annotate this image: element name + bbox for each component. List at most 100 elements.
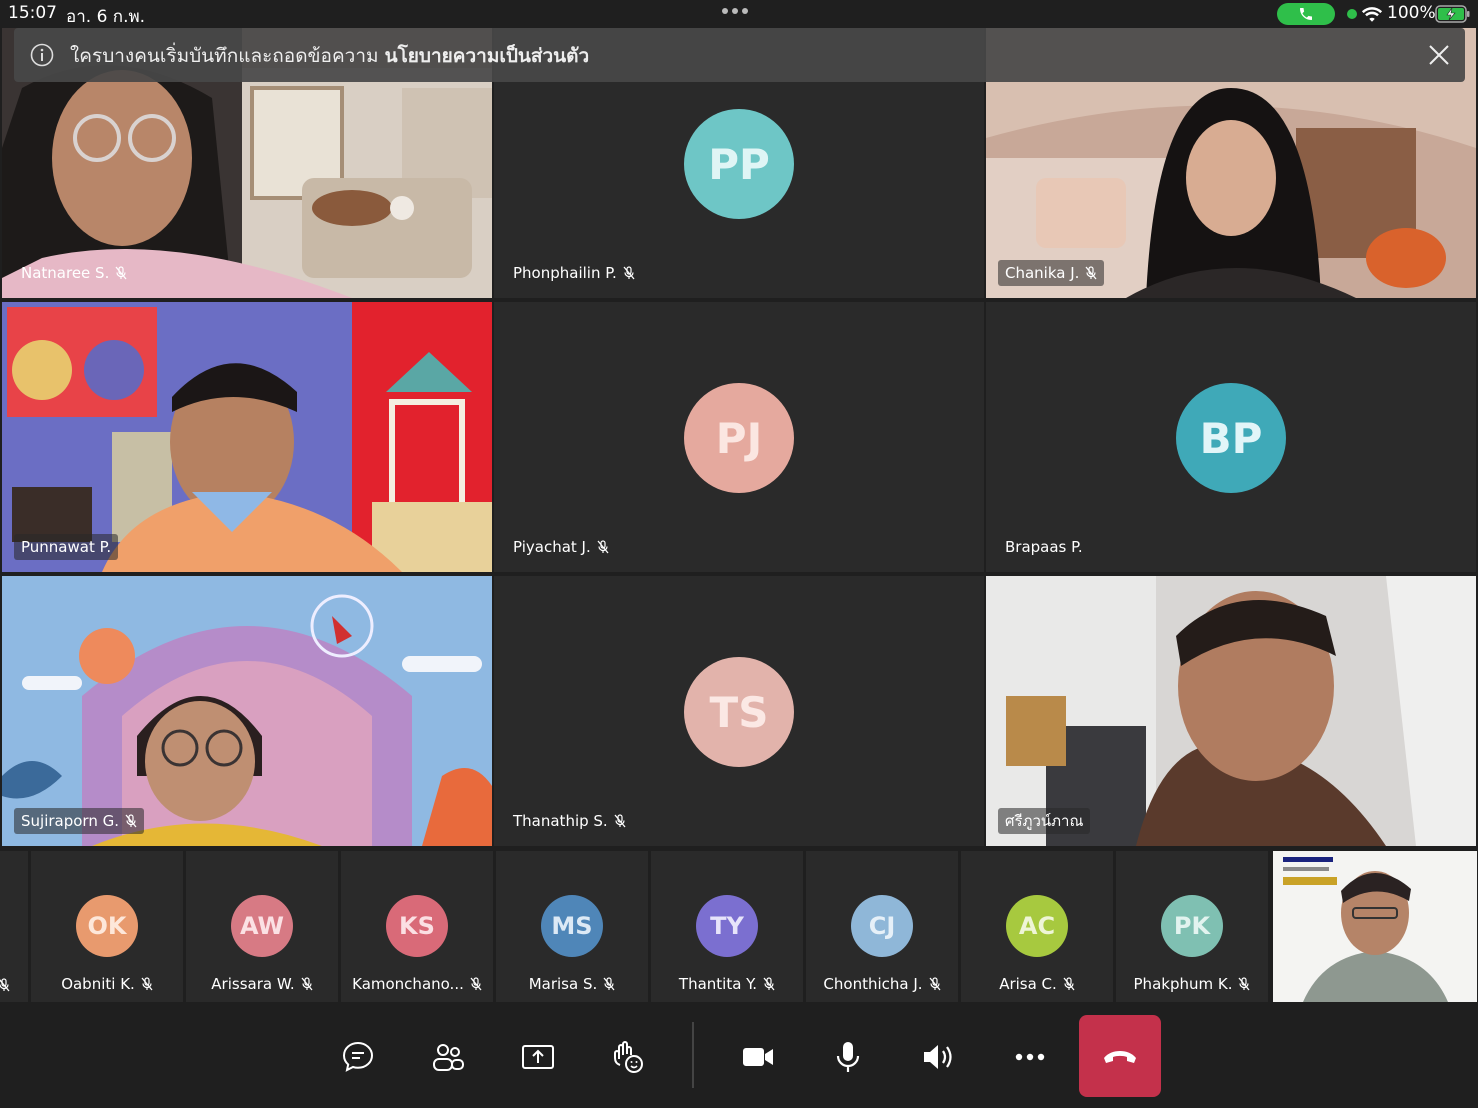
avatar-initials: MS <box>551 912 593 940</box>
mic-off-icon <box>301 977 313 991</box>
participant-name: Arisa C. <box>999 975 1057 993</box>
strip-tile[interactable]: OK Oabniti K. <box>31 851 183 1002</box>
mic-off-icon <box>470 977 482 991</box>
participant-name: Thanathip S. <box>513 812 608 830</box>
more-icon <box>1015 1053 1045 1061</box>
multitasking-dots-icon[interactable] <box>722 8 748 14</box>
avatar-initials: BP <box>1199 413 1263 463</box>
participant-name: Natnaree S. <box>21 264 110 282</box>
participant-name: Arissara W. <box>211 975 295 993</box>
mic-off-icon <box>1238 977 1250 991</box>
participant-name-tag: Punnawat P. <box>14 534 119 560</box>
mic-off-icon <box>763 977 775 991</box>
strip-tile[interactable]: CJ Chonthicha J. <box>806 851 958 1002</box>
participant-name-tag: Thanathip S. <box>506 808 633 834</box>
mic-off-icon <box>597 540 609 554</box>
teams-meeting-screen: 15:07 อา. 6 ก.พ. 100% ใครบางคนเริ่มบันทึ… <box>0 0 1478 1108</box>
speaker-button[interactable] <box>913 1032 963 1082</box>
participant-avatar: PK <box>1161 895 1223 957</box>
strip-tile[interactable]: AW Arissara W. <box>186 851 338 1002</box>
mic-off-icon <box>115 266 127 280</box>
speaker-icon <box>924 1045 952 1069</box>
avatar-tile[interactable]: TS Thanathip S. <box>494 576 984 846</box>
participant-name-row: Thantita Y. <box>651 975 803 993</box>
active-call-pill[interactable] <box>1277 3 1335 25</box>
phone-icon <box>1300 8 1312 20</box>
share-button[interactable] <box>513 1032 563 1082</box>
recording-notice-banner: ใครบางคนเริ่มบันทึกและถอดข้อความ นโยบายค… <box>14 28 1465 82</box>
participant-name-row: Kamonchano... <box>341 975 493 993</box>
camera-icon <box>743 1048 773 1066</box>
battery-charging-icon <box>1435 5 1470 23</box>
status-bar: 15:07 อา. 6 ก.พ. 100% <box>0 0 1478 28</box>
participant-avatar: BP <box>1176 383 1286 493</box>
avatar-tile[interactable]: BP Brapaas P. <box>986 302 1476 572</box>
mic-off-icon <box>0 978 10 992</box>
participant-name: Piyachat J. <box>513 538 591 556</box>
participant-name: Phakphum K. <box>1133 975 1233 993</box>
participants-button[interactable] <box>423 1032 473 1082</box>
status-time: 15:07 <box>8 3 57 23</box>
participant-avatar: AC <box>1006 895 1068 957</box>
info-icon <box>30 43 54 67</box>
reactions-button[interactable] <box>603 1032 653 1082</box>
close-icon[interactable] <box>1427 43 1451 67</box>
participant-name-row: Phakphum K. <box>1116 975 1268 993</box>
participant-name: Punnawat P. <box>21 538 112 556</box>
status-date: อา. 6 ก.พ. <box>66 7 146 27</box>
self-video <box>1273 851 1477 1002</box>
mic-off-icon <box>623 266 635 280</box>
chat-button[interactable] <box>333 1032 383 1082</box>
privacy-policy-link[interactable]: นโยบายความเป็นส่วนตัว <box>385 45 590 67</box>
participant-name: Oabniti K. <box>61 975 135 993</box>
participant-avatar: OK <box>76 895 138 957</box>
avatar-tile[interactable]: PJ Piyachat J. <box>494 302 984 572</box>
strip-tile[interactable]: KS Kamonchano... <box>341 851 493 1002</box>
participant-video <box>986 576 1476 846</box>
participant-avatar: TY <box>696 895 758 957</box>
avatar-initials: PJ <box>715 413 763 463</box>
strip-tile[interactable]: MS Marisa S. <box>496 851 648 1002</box>
participant-avatar: KS <box>386 895 448 957</box>
participant-avatar: CJ <box>851 895 913 957</box>
more-button[interactable] <box>1005 1032 1055 1082</box>
avatar-initials: PK <box>1173 912 1211 940</box>
participants-icon <box>433 1044 464 1071</box>
participant-name-tag: Piyachat J. <box>506 534 616 560</box>
microphone-button[interactable] <box>823 1032 873 1082</box>
hang-up-button[interactable] <box>1079 1015 1161 1097</box>
participant-video <box>2 302 492 572</box>
participant-name: Chanika J. <box>1005 264 1080 282</box>
mic-off-icon <box>929 977 941 991</box>
microphone-icon <box>836 1042 860 1072</box>
participant-avatar: TS <box>684 657 794 767</box>
battery-percentage: 100% <box>1387 3 1436 23</box>
video-tile-active-speaker[interactable]: Punnawat P. <box>2 302 492 572</box>
avatar-initials: PP <box>708 139 770 189</box>
video-tile[interactable]: Sujiraporn G. <box>2 576 492 846</box>
toolbar-divider <box>692 1022 694 1088</box>
participant-avatar: AW <box>231 895 293 957</box>
participant-name: ศรีภูวน์ภาณ <box>1005 812 1084 830</box>
strip-tile[interactable]: TY Thantita Y. <box>651 851 803 1002</box>
video-tile[interactable]: ศรีภูวน์ภาณ <box>986 576 1476 846</box>
participant-name-tag: ศรีภูวน์ภาณ <box>998 808 1091 834</box>
avatar-initials: KS <box>399 912 435 940</box>
share-icon <box>522 1045 554 1069</box>
mic-off-icon <box>125 814 137 828</box>
strip-tile-partial[interactable] <box>0 851 28 1002</box>
chat-icon <box>342 1041 374 1072</box>
mic-off-icon <box>141 977 153 991</box>
camera-button[interactable] <box>733 1032 783 1082</box>
participant-name-row: Chonthicha J. <box>806 975 958 993</box>
mic-off-icon <box>1085 266 1097 280</box>
participant-name-tag: Chanika J. <box>998 260 1105 286</box>
strip-tile[interactable]: PK Phakphum K. <box>1116 851 1268 1002</box>
self-video-preview[interactable] <box>1273 851 1477 1002</box>
participant-name-tag: Phonphailin P. <box>506 260 642 286</box>
participant-name-row: Arissara W. <box>186 975 338 993</box>
mic-off-icon <box>1063 977 1075 991</box>
participant-name-row: Oabniti K. <box>31 975 183 993</box>
banner-message-text: ใครบางคนเริ่มบันทึกและถอดข้อความ <box>70 45 379 67</box>
strip-tile[interactable]: AC Arisa C. <box>961 851 1113 1002</box>
